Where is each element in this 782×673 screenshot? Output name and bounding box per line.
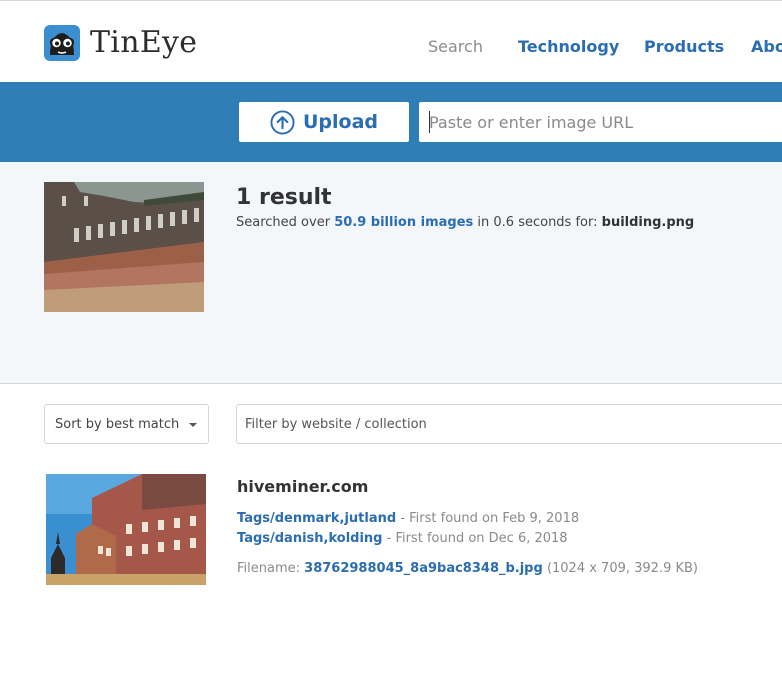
- upload-arrow-icon: [270, 109, 295, 135]
- first-found-date: - First found on Dec 6, 2018: [386, 531, 568, 546]
- nav-about[interactable]: About: [751, 37, 782, 57]
- upload-label: Upload: [302, 111, 379, 133]
- main-nav: Search Technology Products About: [0, 37, 782, 57]
- match-entry: Tags/denmark,jutland - First found on Fe…: [237, 510, 579, 528]
- website-filter-input[interactable]: [236, 404, 782, 444]
- match-filename-row: Filename: 38762988045_8a9bac8348_b.jpg (…: [237, 560, 698, 578]
- match-page-link[interactable]: Tags/denmark,jutland: [237, 511, 396, 526]
- filename-label: Filename:: [237, 561, 301, 576]
- match-entry: Tags/danish,kolding - First found on Dec…: [237, 530, 568, 548]
- nav-products[interactable]: Products: [644, 37, 724, 57]
- text-caret: [429, 111, 430, 133]
- search-info: Searched over 50.9 billion images in 0.6…: [236, 214, 694, 232]
- upload-button[interactable]: Upload: [239, 102, 409, 142]
- query-image: [44, 182, 204, 312]
- search-info-prefix: Searched over: [236, 215, 331, 230]
- match-filename-link[interactable]: 38762988045_8a9bac8348_b.jpg: [304, 561, 543, 576]
- results-summary: 1 result Searched over 50.9 billion imag…: [0, 162, 782, 384]
- query-filename: building.png: [601, 215, 695, 230]
- first-found-date: - First found on Feb 9, 2018: [400, 511, 580, 526]
- nav-search[interactable]: Search: [428, 37, 483, 57]
- upload-bar: Upload: [0, 82, 782, 162]
- sort-label: Sort by best match: [55, 417, 180, 432]
- search-info-middle: in 0.6 seconds for:: [477, 215, 598, 230]
- caret-down-icon: [189, 423, 197, 427]
- result-count: 1 result: [236, 185, 332, 210]
- image-count-link[interactable]: 50.9 billion images: [334, 215, 473, 230]
- image-dimensions: (1024 x 709, 392.9 KB): [546, 561, 698, 576]
- image-url-input[interactable]: [419, 102, 782, 142]
- sort-dropdown[interactable]: Sort by best match: [44, 404, 209, 444]
- match-page-link[interactable]: Tags/danish,kolding: [237, 531, 382, 546]
- match-domain[interactable]: hiveminer.com: [237, 477, 368, 497]
- match-thumbnail[interactable]: [46, 474, 206, 585]
- nav-technology[interactable]: Technology: [518, 37, 619, 57]
- site-header: TinEye Search Technology Products About: [0, 1, 782, 82]
